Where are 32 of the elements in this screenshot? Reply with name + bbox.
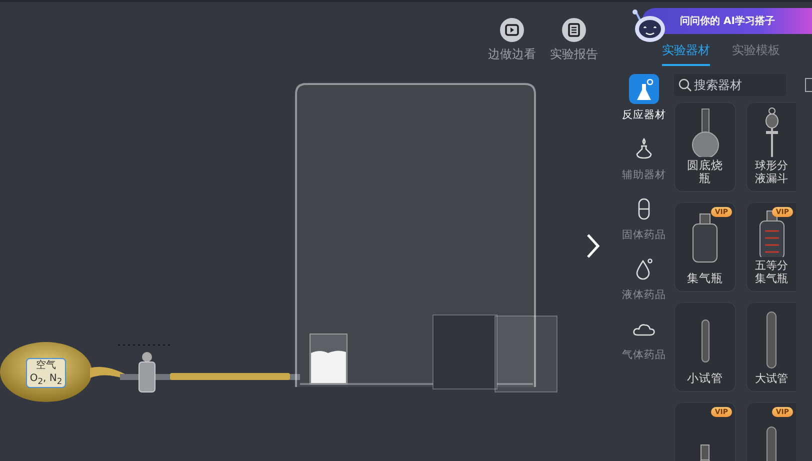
test-tube-drawing: [700, 319, 710, 363]
test-tube-drawing: [766, 311, 777, 369]
document-icon: [562, 18, 586, 42]
apparatus-name: 集气瓶: [686, 272, 724, 285]
apparatus-name: 大试管: [754, 372, 789, 385]
apparatus-card[interactable]: 大试管: [746, 302, 796, 392]
apparatus-name: 球形分液漏斗: [754, 159, 789, 185]
ai-assistant-banner[interactable]: 问问你的 AI学习搭子: [642, 8, 812, 34]
apparatus-card[interactable]: 小试管: [674, 302, 736, 392]
category-item[interactable]: 液体药品: [622, 254, 666, 302]
category-item[interactable]: 气体药品: [622, 314, 666, 362]
apparatus-card[interactable]: 球形分液漏斗: [746, 102, 796, 192]
category-item[interactable]: 辅助器材: [622, 134, 666, 182]
toolbar-button[interactable]: 实验报告: [548, 18, 600, 63]
search-icon: [678, 78, 692, 92]
tab[interactable]: 实验器材: [662, 42, 710, 66]
apparatus-name: 小试管: [686, 372, 724, 385]
toolbar-button[interactable]: 边做边看: [486, 18, 538, 63]
apparatus-name: 圆底烧瓶: [686, 159, 724, 185]
apparatus-card[interactable]: 圆底烧瓶: [674, 102, 736, 192]
flask-icon: [629, 74, 659, 104]
tab[interactable]: 实验模板: [732, 42, 780, 66]
category-item[interactable]: 反应器材: [622, 74, 666, 122]
chevron-right-icon[interactable]: [584, 232, 602, 260]
stopcock-drawing: [138, 352, 156, 392]
play-icon: [500, 18, 524, 42]
dotted-line: [118, 344, 172, 346]
bag-label: 空气 O$_{2}$, N$_{2}$: [26, 358, 66, 388]
beaker-drawing: [310, 334, 348, 384]
search-field[interactable]: 搜索器材: [674, 74, 786, 96]
category-item[interactable]: 固体药品: [622, 194, 666, 242]
apparatus-name: 五等分集气瓶: [754, 259, 789, 285]
